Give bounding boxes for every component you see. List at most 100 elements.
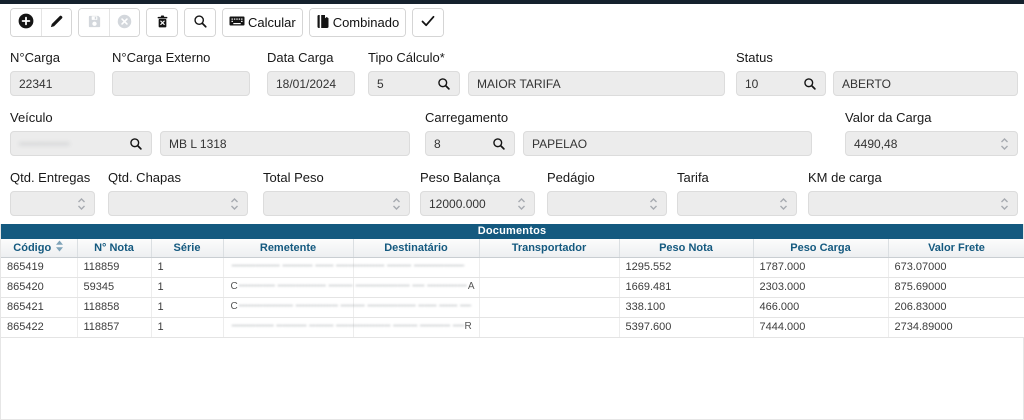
column-header-serie[interactable]: Série [151,239,223,257]
km-carga-field[interactable] [808,191,1018,216]
tipo-calculo-field[interactable]: 5 [368,71,460,96]
valor-carga-field[interactable]: 4490,48 [845,131,1018,156]
veiculo-search-icon[interactable] [129,137,143,151]
peso-balanca-label: Peso Balança [420,170,500,185]
combinado-button-label: Combinado [333,15,400,30]
toolbar-group-combinado: Combinado [309,8,407,37]
table-row[interactable]: 865422 118857 1 ╌╌╌╌╌╌╌ ╌╌╌╌╌ ╌╌╌╌ ╌╌╌╌╌… [1,317,1024,337]
table-row[interactable]: 865419 118859 1 ╌╌╌╌╌╌╌╌ ╌╌╌╌╌ ╌╌╌ ╌╌╌╌╌… [1,257,1024,277]
trash-icon [155,14,170,32]
tipo-calculo-desc: MAIOR TARIFA [477,77,561,91]
column-header-valor-frete[interactable]: Valor Frete [888,239,1024,257]
confirm-button[interactable] [413,9,443,36]
documents-header-row: Código N° Nota Série Remetente Destinatá… [1,239,1024,257]
add-button[interactable] [11,9,41,36]
veiculo-desc-field[interactable]: MB L 1318 [160,131,410,156]
cell-remetente: ╌╌╌╌╌╌╌╌ ╌╌╌╌╌ ╌╌╌ ╌╌╌╌╌╌╌╌ ╌╌╌╌ ╌╌╌╌╌╌╌… [223,257,353,277]
valor-carga-value: 4490,48 [854,137,897,151]
column-header-destinatario[interactable]: Destinatário [353,239,479,257]
ncarga-value: 22341 [19,77,52,91]
cell-remetente: C ╌╌╌╌╌╌╌╌╌ ╌╌╌╌╌╌╌ ╌╌╌╌ ╌╌╌╌╌╌╌╌ ╌╌╌ ╌╌… [223,297,353,317]
tarifa-field[interactable] [677,191,797,216]
cell-transportador [479,257,619,277]
qtd-chapas-field[interactable] [108,191,248,216]
cancel-button[interactable] [109,9,139,36]
column-header-peso-nota[interactable]: Peso Nota [619,239,753,257]
valor-carga-spinner-icon[interactable] [1000,137,1009,151]
toolbar-group-confirm [412,8,444,37]
table-row[interactable]: 865421 118858 1 C ╌╌╌╌╌╌╌╌╌ ╌╌╌╌╌╌╌ ╌╌╌╌… [1,297,1024,317]
veiculo-code-redacted: ╌╌╌╌╌╌╌ [19,137,70,151]
carregamento-field[interactable]: 8 [425,131,515,156]
cell-n-nota: 118858 [77,297,151,317]
peso-balanca-field[interactable]: 12000.000 [420,191,535,216]
cell-serie: 1 [151,297,223,317]
cell-codigo: 865420 [1,277,77,297]
remetente-suffix: R [464,321,473,332]
cell-valor-frete: 875.69000 [888,277,1024,297]
documents-table: Código N° Nota Série Remetente Destinatá… [1,239,1024,338]
column-header-n-nota[interactable]: N° Nota [77,239,151,257]
column-header-peso-carga[interactable]: Peso Carga [753,239,888,257]
data-carga-field[interactable]: 18/01/2024 [267,71,355,96]
cell-peso-nota: 1669.481 [619,277,753,297]
cell-n-nota: 118859 [77,257,151,277]
cell-codigo: 865422 [1,317,77,337]
veiculo-field[interactable]: ╌╌╌╌╌╌╌ [10,131,152,156]
column-header-remetente[interactable]: Remetente [223,239,353,257]
carregamento-code: 8 [434,137,441,151]
remetente-redacted-text: ╌╌╌╌╌╌╌ ╌╌╌╌╌ ╌╌╌╌ ╌╌╌╌╌╌╌╌╌ ╌╌╌╌ ╌╌╌╌╌ … [232,321,464,332]
total-peso-field[interactable] [263,191,410,216]
cell-peso-carga: 466.000 [753,297,888,317]
calcular-button[interactable]: Calcular [223,9,302,36]
carregamento-label: Carregamento [425,110,508,125]
search-button[interactable] [185,9,215,36]
edit-button[interactable] [41,9,71,36]
ncarga-label: N°Carga [10,50,60,65]
remetente-prefix: C [230,301,239,312]
tipo-calculo-code: 5 [377,77,384,91]
status-desc-field[interactable]: ABERTO [833,71,1018,96]
tipo-calculo-label: Tipo Cálculo* [368,50,445,65]
tipo-calculo-desc-field[interactable]: MAIOR TARIFA [468,71,725,96]
cell-n-nota: 59345 [77,277,151,297]
carregamento-search-icon[interactable] [492,137,506,151]
carregamento-desc-field[interactable]: PAPELAO [523,131,812,156]
delete-button[interactable] [147,9,177,36]
cell-codigo: 865421 [1,297,77,317]
pedagio-label: Pedágio [547,170,595,185]
tipo-calculo-search-icon[interactable] [437,77,451,91]
cell-peso-nota: 1295.552 [619,257,753,277]
status-field[interactable]: 10 [736,71,826,96]
cell-codigo: 865419 [1,257,77,277]
qtd-chapas-spinner-icon[interactable] [230,197,239,211]
total-peso-spinner-icon[interactable] [392,197,401,211]
pedagio-field[interactable] [547,191,667,216]
km-carga-label: KM de carga [808,170,882,185]
qtd-entregas-spinner-icon[interactable] [77,197,86,211]
app-window: Calcular Combinado N°Carga N°Carga Exter… [0,0,1024,420]
cell-serie: 1 [151,317,223,337]
km-carga-spinner-icon[interactable] [1000,197,1009,211]
cell-transportador [479,317,619,337]
remetente-redacted-text: ╌╌╌╌╌╌ ╌╌╌╌╌╌╌╌ ╌╌╌╌ ╌╌╌╌╌╌╌╌╌ ╌╌ ╌╌╌╌╌╌… [239,281,467,292]
qtd-chapas-label: Qtd. Chapas [108,170,181,185]
peso-balanca-spinner-icon[interactable] [517,197,526,211]
pedagio-spinner-icon[interactable] [649,197,658,211]
tarifa-spinner-icon[interactable] [779,197,788,211]
save-button[interactable] [79,9,109,36]
status-search-icon[interactable] [803,77,817,91]
ncarga-externo-field[interactable] [112,71,250,96]
remetente-redacted-text: ╌╌╌╌╌╌╌╌╌ ╌╌╌╌╌╌╌ ╌╌╌╌ ╌╌╌╌╌╌╌╌ ╌╌╌ ╌╌╌ … [239,301,471,312]
cell-peso-nota: 338.100 [619,297,753,317]
column-header-codigo[interactable]: Código [1,239,77,257]
table-row[interactable]: 865420 59345 1 C ╌╌╌╌╌╌ ╌╌╌╌╌╌╌╌ ╌╌╌╌ ╌╌… [1,277,1024,297]
ncarga-field[interactable]: 22341 [10,71,95,96]
cell-peso-nota: 5397.600 [619,317,753,337]
documents-panel-title: Documentos [1,224,1023,239]
veiculo-label: Veículo [10,110,53,125]
column-header-transportador[interactable]: Transportador [479,239,619,257]
sort-icon[interactable] [55,240,64,255]
qtd-entregas-field[interactable] [10,191,95,216]
combinado-button[interactable]: Combinado [310,9,406,36]
